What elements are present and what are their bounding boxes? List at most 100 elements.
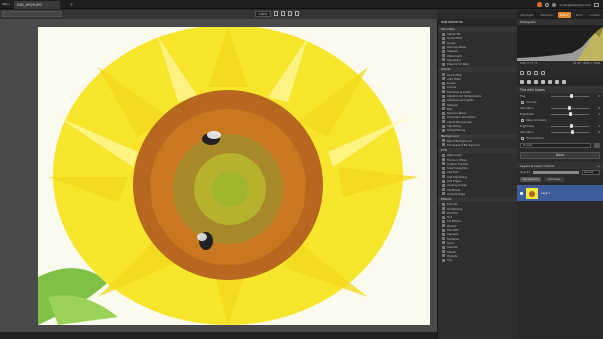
compare-icon[interactable] — [281, 11, 285, 16]
adjustment-icon — [442, 237, 445, 241]
adjustment-item[interactable]: Prepare for Web — [438, 62, 517, 66]
adjustments-title: Adjustments — [438, 19, 517, 26]
filter-title: Tint with Colors — [517, 86, 603, 93]
opacity-row: Opacity Normal — [517, 169, 603, 176]
eyedropper-icon[interactable] — [520, 71, 524, 75]
preset-row: Presets — [517, 141, 603, 149]
path-field[interactable] — [2, 11, 62, 17]
fill-tool-icon[interactable] — [548, 79, 552, 84]
adjustment-item[interactable]: Outside Edge — [438, 192, 517, 196]
checkbox-label: Keep luminosity — [526, 118, 547, 122]
adjustment-icon — [442, 175, 445, 179]
sunflower-photo — [38, 27, 430, 325]
adjustment-icon — [442, 215, 445, 219]
window-maximize-icon[interactable] — [594, 2, 599, 7]
text-tool-icon[interactable] — [534, 79, 538, 84]
slider-label: Brightness — [520, 112, 534, 116]
module-tab[interactable]: Editor — [557, 11, 571, 18]
preset-save-button[interactable] — [594, 142, 600, 148]
adjustment-icon — [442, 58, 445, 62]
preset-select[interactable]: Presets — [520, 142, 591, 148]
slider-knob[interactable] — [570, 94, 573, 98]
opacity-slider[interactable] — [532, 171, 579, 174]
brush-icon[interactable] — [541, 71, 545, 75]
adjustment-icon — [442, 192, 445, 196]
zoner-logo-icon[interactable] — [537, 2, 543, 7]
layers-title: Layers & Layer Control — [520, 163, 555, 168]
move-tool-icon[interactable] — [527, 79, 531, 84]
adjustment-icon — [442, 49, 445, 53]
slider-knob[interactable] — [570, 130, 574, 134]
slider-track[interactable] — [551, 112, 589, 116]
adjustment-icon — [442, 128, 445, 132]
menu-button[interactable]: Menu — [2, 2, 10, 6]
slider-label: Saturation — [520, 106, 534, 110]
module-tab[interactable]: Create — [588, 12, 602, 18]
slider-knob[interactable] — [568, 106, 572, 110]
checkbox[interactable] — [521, 136, 524, 140]
account-label[interactable]: zoner@example.com — [559, 3, 591, 7]
slider-label: Brightness — [520, 124, 534, 128]
adjustment-item[interactable]: Fog — [438, 258, 517, 262]
adjustment-icon — [442, 111, 445, 115]
adjustment-item[interactable]: Straightening — [438, 128, 517, 132]
adjustment-icon — [442, 153, 445, 157]
adjustment-item[interactable]: Transparent Background — [438, 143, 517, 147]
gradient-tool-icon[interactable] — [562, 79, 566, 84]
grid-icon[interactable] — [288, 11, 292, 16]
adjustment-icon — [442, 45, 445, 49]
slider-knob[interactable] — [570, 124, 573, 128]
slider-knob[interactable] — [569, 112, 573, 116]
checkbox[interactable] — [521, 100, 524, 104]
done-button[interactable]: Done — [520, 152, 600, 159]
adjustment-icon — [442, 166, 445, 170]
slider-track[interactable] — [551, 124, 589, 128]
adjustment-icon — [442, 81, 445, 85]
select-tool-icon[interactable] — [520, 79, 524, 84]
adjustment-label: Prepare for Web — [447, 62, 469, 67]
adjustment-icon — [442, 219, 445, 223]
fit-icon[interactable] — [274, 11, 278, 16]
photo-canvas[interactable] — [38, 27, 430, 325]
adjustment-icon — [442, 228, 445, 232]
shape-tool-icon[interactable] — [555, 79, 559, 84]
module-tabs: Manager Develop Editor Print Create — [517, 10, 603, 19]
module-tab[interactable]: Print — [574, 12, 585, 18]
visibility-eye-icon[interactable] — [520, 191, 523, 195]
document-tab[interactable]: DSC_6929.JPG — [14, 1, 60, 9]
layers-add-icon[interactable]: + — [597, 164, 600, 168]
module-tab[interactable]: Manager — [518, 12, 535, 18]
layer-tab-add[interactable]: Add Layer — [544, 177, 564, 182]
new-tab-button[interactable]: + — [70, 2, 73, 7]
layer-tab-background[interactable]: Background — [520, 177, 542, 182]
checkbox[interactable] — [521, 118, 524, 122]
slider-track[interactable] — [551, 94, 589, 98]
help-icon[interactable] — [545, 2, 550, 7]
adjustment-icon — [442, 158, 445, 162]
layer-row[interactable]: Layer 1 — [517, 185, 603, 201]
adjustment-icon — [442, 41, 445, 45]
adjustment-icon — [442, 232, 445, 236]
layer-thumbnail[interactable] — [526, 187, 538, 199]
histogram-graph — [517, 27, 603, 61]
zoom-field[interactable]: 100% — [255, 11, 271, 17]
adjustment-icon — [442, 170, 445, 174]
hand-icon[interactable] — [295, 11, 299, 16]
rotate-icon[interactable] — [534, 71, 538, 75]
adjustment-icon — [442, 207, 445, 211]
adjustment-icon — [442, 124, 445, 128]
slider-label: Saturation — [520, 130, 534, 134]
adjustment-icon — [442, 179, 445, 183]
module-tab[interactable]: Develop — [539, 12, 555, 18]
blend-mode-select[interactable]: Normal — [582, 170, 600, 175]
clone-tool-icon[interactable] — [541, 79, 545, 84]
title-bar: Menu DSC_6929.JPG + zoner@example.com — [0, 0, 603, 9]
viewer-toolbar: 100% — [0, 10, 437, 19]
slider-track[interactable] — [551, 130, 589, 134]
user-icon[interactable] — [552, 2, 557, 7]
adjustment-icon — [442, 162, 445, 166]
adjustment-icon — [442, 98, 445, 102]
slider-track[interactable] — [551, 106, 589, 110]
crop-icon[interactable] — [527, 71, 531, 75]
image-viewer[interactable] — [0, 19, 437, 332]
